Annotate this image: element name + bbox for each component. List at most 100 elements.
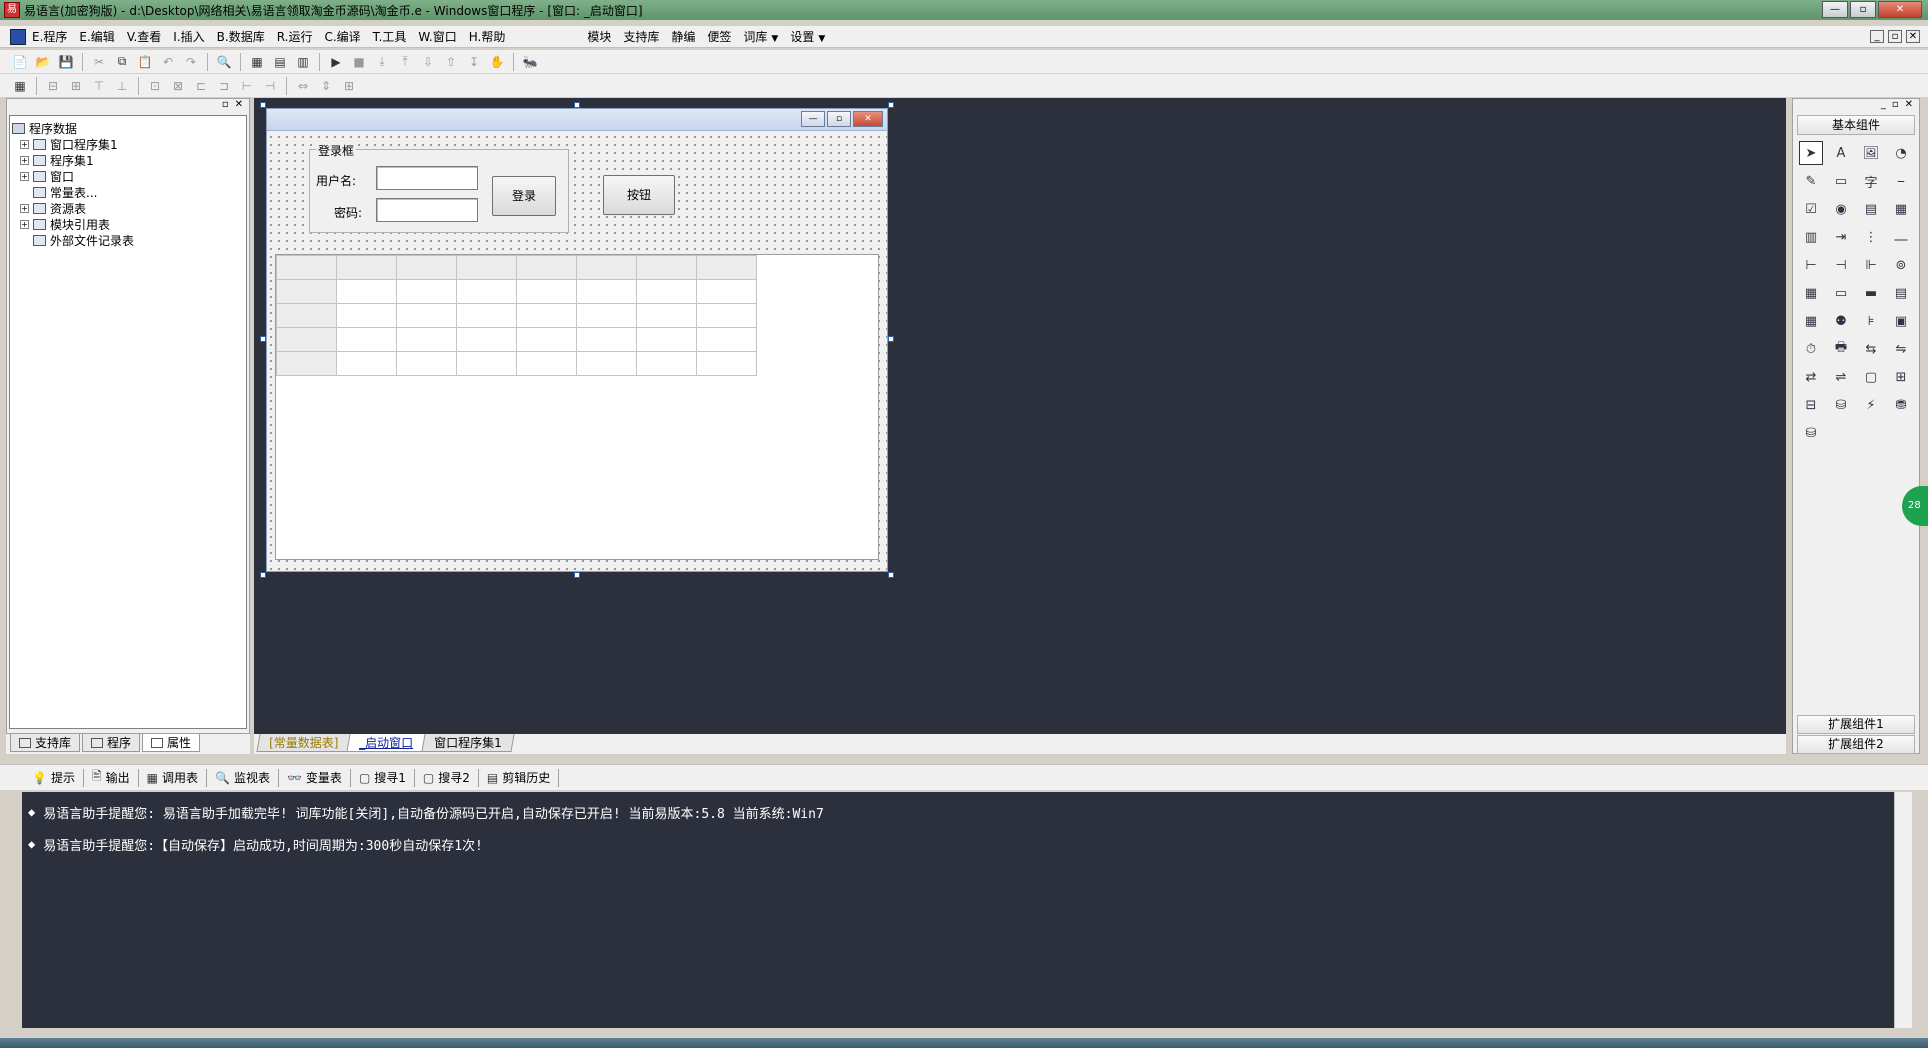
calendar-icon[interactable]: ▦ — [1799, 281, 1823, 305]
output-console[interactable]: ◆ 易语言助手提醒您: 易语言助手加载完毕! 词库功能[关闭],自动备份源码已开启… — [22, 792, 1894, 1028]
startup-window[interactable]: — ▫ ✕ 登录框 用户名: 密码: 登录 按钮 — [266, 108, 888, 572]
username-input[interactable] — [376, 166, 478, 190]
resize-handle[interactable] — [574, 572, 580, 578]
window-icon[interactable]: ⊞ — [1889, 365, 1913, 389]
menu-help[interactable]: H.帮助 — [463, 28, 512, 45]
scrollbar-icon[interactable]: ⇥ — [1829, 225, 1853, 249]
ext-components-2[interactable]: 扩展组件2 — [1797, 735, 1915, 754]
layout-icon[interactable]: ▥ — [293, 53, 313, 71]
tab-search1[interactable]: ▢ 搜寻1 — [351, 768, 415, 787]
menu-module[interactable]: 模块 — [581, 28, 617, 45]
minimize-button[interactable]: — — [1822, 1, 1848, 18]
window-icon[interactable]: ▢ — [1859, 365, 1883, 389]
printer-icon[interactable]: 🖶 — [1829, 337, 1853, 361]
tree-item-assembly[interactable]: + 程序集1 — [12, 152, 244, 168]
network-icon[interactable]: ⇄ — [1799, 365, 1823, 389]
form-minimize-button[interactable]: — — [801, 111, 825, 127]
align-icon[interactable]: ⊏ — [191, 77, 211, 95]
splitter-icon[interactable]: ⊧ — [1859, 309, 1883, 333]
tab-support-lib[interactable]: 支持库 — [10, 734, 81, 752]
tree-item-modules[interactable]: + 模块引用表 — [12, 216, 244, 232]
tree-item-external-files[interactable]: 外部文件记录表 — [12, 232, 244, 248]
same-height-icon[interactable]: ⇕ — [316, 77, 336, 95]
login-button[interactable]: 登录 — [492, 176, 556, 216]
text-icon[interactable]: 字 — [1859, 169, 1883, 193]
generic-button[interactable]: 按钮 — [603, 175, 675, 215]
minimize-icon[interactable]: _ — [1881, 99, 1886, 113]
layout-icon[interactable]: ▤ — [270, 53, 290, 71]
tab-clip-history[interactable]: ▤ 剪辑历史 — [479, 768, 560, 787]
align-icon[interactable]: ⊞ — [66, 77, 86, 95]
tab-program[interactable]: 程序 — [82, 734, 141, 752]
hand-icon[interactable]: ✋ — [487, 53, 507, 71]
tab-window-assembly[interactable]: 窗口程序集1 — [421, 734, 515, 752]
login-groupbox[interactable]: 登录框 用户名: 密码: 登录 — [309, 142, 569, 233]
document-icon[interactable]: ▤ — [1889, 281, 1913, 305]
menu-tools[interactable]: T.工具 — [367, 28, 413, 45]
menu-static-compile[interactable]: 静编 — [665, 28, 701, 45]
label-icon[interactable]: A — [1829, 141, 1853, 165]
list-icon[interactable]: ▦ — [1889, 197, 1913, 221]
restore-icon[interactable]: ▫ — [1892, 99, 1899, 113]
ext-components-1[interactable]: 扩展组件1 — [1797, 715, 1915, 734]
align-icon[interactable]: ⊠ — [168, 77, 188, 95]
vscroll-icon[interactable]: ⋮ — [1859, 225, 1883, 249]
output-scrollbar[interactable] — [1894, 792, 1912, 1028]
find-icon[interactable]: 🔍 — [214, 53, 234, 71]
paste-icon[interactable]: 📋 — [135, 53, 155, 71]
program-icon[interactable] — [10, 28, 26, 45]
password-input[interactable] — [376, 198, 478, 222]
odbc-icon[interactable]: ⛁ — [1799, 421, 1823, 445]
layout-icon[interactable]: ▦ — [247, 53, 267, 71]
menu-database[interactable]: B.数据库 — [211, 28, 271, 45]
run-icon[interactable]: ▶ — [326, 53, 346, 71]
restore-icon[interactable]: ▫ — [222, 99, 229, 113]
debug-ant-icon[interactable]: 🐜 — [520, 53, 540, 71]
menu-edit[interactable]: E.编辑 — [73, 28, 120, 45]
resize-handle[interactable] — [888, 102, 894, 108]
menu-settings[interactable]: 设置 ▼ — [784, 28, 831, 45]
tab-control-icon[interactable]: ⊣ — [1829, 253, 1853, 277]
expand-icon[interactable]: + — [20, 139, 29, 149]
listbox-icon[interactable]: ▥ — [1799, 225, 1823, 249]
panel-icon[interactable]: ▭ — [1829, 281, 1853, 305]
same-width-icon[interactable]: ⇔ — [293, 77, 313, 95]
network-icon[interactable]: ⇌ — [1829, 365, 1853, 389]
chart-icon[interactable]: ⚡ — [1859, 393, 1883, 417]
step-icon[interactable]: ⇩ — [418, 53, 438, 71]
tree-icon[interactable]: ⊟ — [1799, 393, 1823, 417]
tree-item-constants[interactable]: 常量表... — [12, 184, 244, 200]
menu-program[interactable]: E.程序 — [26, 28, 73, 45]
combo-icon[interactable]: ▤ — [1859, 197, 1883, 221]
redo-icon[interactable]: ↷ — [181, 53, 201, 71]
tree-item-resources[interactable]: + 资源表 — [12, 200, 244, 216]
database-icon[interactable]: ⛁ — [1829, 393, 1853, 417]
expand-icon[interactable]: + — [20, 155, 29, 165]
frame-icon[interactable]: ▭ — [1829, 169, 1853, 193]
menu-window[interactable]: W.窗口 — [412, 28, 462, 45]
expand-icon[interactable]: + — [20, 219, 29, 229]
grid-table-icon[interactable]: ▦ — [1799, 309, 1823, 333]
resize-handle[interactable] — [888, 572, 894, 578]
resize-handle[interactable] — [260, 572, 266, 578]
align-icon[interactable]: ⊥ — [112, 77, 132, 95]
tab-properties[interactable]: 属性 — [142, 734, 201, 752]
menu-insert[interactable]: I.插入 — [167, 28, 210, 45]
new-file-icon[interactable]: 📄 — [10, 53, 30, 71]
database-icon[interactable]: ⚉ — [1829, 309, 1853, 333]
toolbar-icon[interactable]: ▣ — [1889, 309, 1913, 333]
mdi-restore-button[interactable]: ▫ — [1888, 30, 1902, 43]
status-bar-icon[interactable]: ▬ — [1859, 281, 1883, 305]
menu-run[interactable]: R.运行 — [271, 28, 319, 45]
expand-icon[interactable]: + — [20, 171, 29, 181]
odbc-icon[interactable]: ⛃ — [1889, 393, 1913, 417]
close-icon[interactable]: ✕ — [1905, 99, 1913, 113]
open-file-icon[interactable]: 📂 — [33, 53, 53, 71]
basic-components-header[interactable]: 基本组件 — [1797, 115, 1915, 135]
tab-startup-window[interactable]: _启动窗口 — [346, 734, 426, 752]
tab-constant-data[interactable]: [常量数据表] — [256, 734, 351, 752]
menu-view[interactable]: V.查看 — [121, 28, 167, 45]
pointer-icon[interactable]: ➤ — [1799, 141, 1823, 165]
data-grid[interactable] — [275, 254, 879, 560]
save-icon[interactable]: 💾 — [56, 53, 76, 71]
